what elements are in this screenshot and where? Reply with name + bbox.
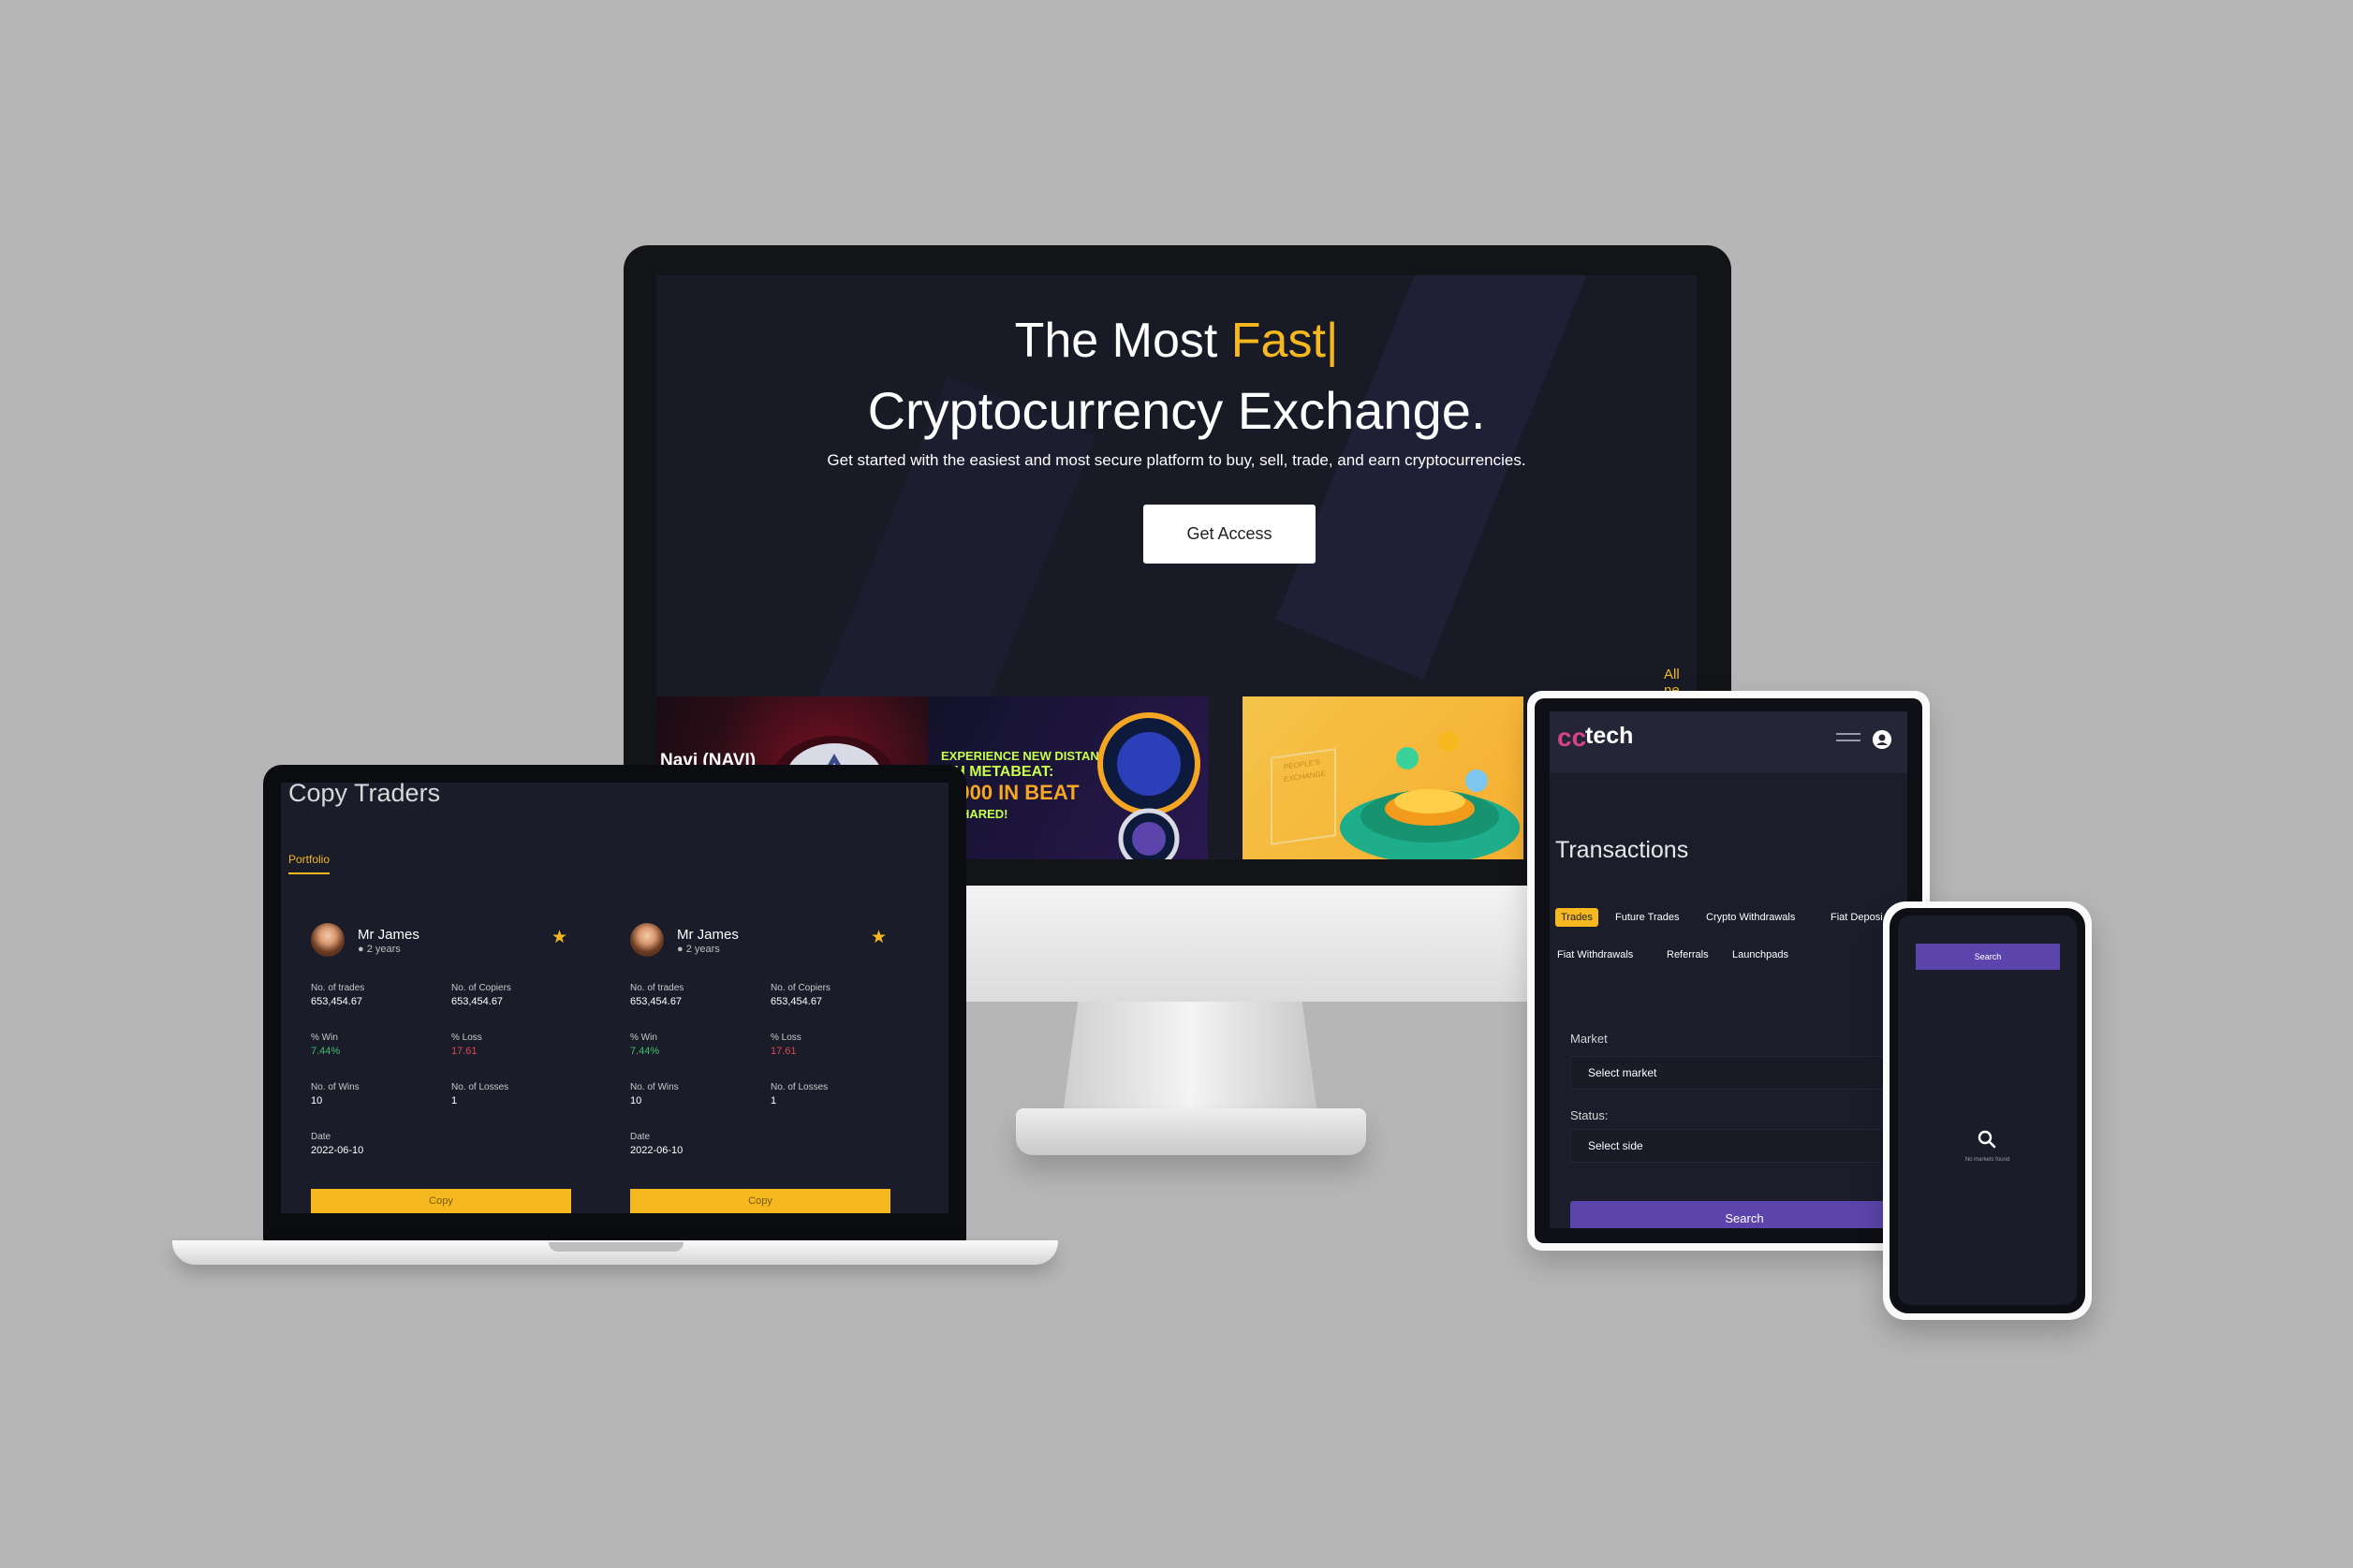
stat-label: % Win [311,1033,338,1043]
market-select[interactable]: Select market [1570,1056,1907,1090]
stat-label: No. of trades [311,983,365,993]
stat-label: No. of Losses [771,1082,829,1092]
hero-title-prefix: The Most [1014,314,1231,368]
tab-fiat-withdrawals[interactable]: Fiat Withdrawals [1557,949,1633,960]
stat-trades: 653,454.67 [311,996,363,1007]
monitor-stand [1063,1002,1317,1114]
hero-subtitle: Get started with the easiest and most se… [827,451,1526,469]
user-avatar-icon[interactable] [1873,730,1891,749]
market-label: Market [1570,1032,1608,1046]
clock-icon: ● [677,944,684,955]
page-title: Transactions [1555,837,1689,863]
stat-copiers: 653,454.67 [771,996,823,1007]
copy-button[interactable]: Copy [311,1189,571,1213]
stat-label: No. of Copiers [451,983,511,993]
hamburger-menu-icon[interactable] [1836,728,1860,751]
trader-name: Mr James [677,927,739,943]
tab-trades[interactable]: Trades [1555,908,1598,927]
stat-label: Date [311,1132,331,1142]
crypto-platform-icon [1340,731,1520,859]
top-navbar: cc tech [1550,711,1907,773]
hero-title-accent: Fast| [1230,314,1339,368]
search-button[interactable]: Search [1916,944,2060,970]
clock-icon: ● [358,944,364,955]
status-select[interactable]: Select side [1570,1129,1907,1163]
banner-peoples-exchange[interactable]: PEOPLE'S EXCHANGE [1243,696,1523,859]
copy-button[interactable]: Copy [630,1189,890,1213]
stat-trades: 653,454.67 [630,996,683,1007]
status-label: Status: [1570,1108,1609,1122]
page-title: Copy Traders [288,783,441,807]
stat-label: % Loss [451,1033,482,1043]
monitor-base [1016,1108,1366,1155]
tablet-screen: cc tech Transactions Trades Future Trade… [1550,711,1907,1228]
stat-date: 2022-06-10 [311,1145,364,1156]
stat-loss: 17.61 [771,1046,797,1057]
hero-title-line2: Cryptocurrency Exchange. [867,381,1486,440]
search-button[interactable]: Search [1570,1201,1907,1228]
stat-wins: 10 [630,1095,642,1106]
tab-underline [288,872,330,874]
stat-label: No. of Copiers [771,983,831,993]
stat-wins: 10 [311,1095,323,1106]
trader-card: Mr James ● 2 years ★ No. of trades 653,4… [311,923,592,1213]
trader-duration-text: 2 years [366,944,401,955]
stat-label: % Win [630,1033,657,1043]
trader-duration: ● 2 years [677,944,720,955]
tab-portfolio[interactable]: Portfolio [288,853,330,866]
stat-win: 7.44% [311,1046,341,1057]
stat-label: Date [630,1132,651,1142]
stat-loss: 17.61 [451,1046,478,1057]
hero-title: The Most Fast| [656,313,1697,369]
metabeat-planet-icon [1097,712,1200,859]
stat-label: No. of trades [630,983,684,993]
banner-metabeat[interactable]: EXPERIENCE NEW DISTANCE ITH METABEAT: 0,… [928,696,1208,859]
empty-state-text: No markets found [1964,1157,2010,1163]
stat-label: No. of Wins [630,1082,679,1092]
star-icon[interactable]: ★ [551,927,567,948]
stat-label: % Loss [771,1033,801,1043]
avatar [630,923,664,957]
phone-screen: Search No markets found [1898,916,2077,1305]
tab-crypto-withdrawals[interactable]: Crypto Withdrawals [1706,912,1795,923]
trader-name: Mr James [358,927,419,943]
logo-mark[interactable]: cc [1557,723,1586,753]
stat-losses: 1 [451,1095,458,1106]
avatar [311,923,345,957]
stat-copiers: 653,454.67 [451,996,504,1007]
stat-losses: 1 [771,1095,777,1106]
trader-card: Mr James ● 2 years ★ No. of trades 653,4… [630,923,911,1213]
stat-date: 2022-06-10 [630,1145,684,1156]
tab-referrals[interactable]: Referrals [1667,949,1709,960]
stat-label: No. of Losses [451,1082,509,1092]
laptop-screen: Copy Traders Portfolio Mr James ● 2 year… [281,783,949,1213]
logo-text[interactable]: tech [1585,723,1633,750]
star-icon[interactable]: ★ [871,927,887,948]
stat-win: 7.44% [630,1046,660,1057]
tab-future-trades[interactable]: Future Trades [1615,912,1679,923]
stat-label: No. of Wins [311,1082,360,1092]
tab-launchpads[interactable]: Launchpads [1732,949,1788,960]
get-access-button[interactable]: Get Access [1143,505,1316,564]
search-icon [1978,1130,1996,1149]
laptop-notch [549,1242,684,1252]
tab-fiat-deposits[interactable]: Fiat Deposi [1831,912,1883,923]
trader-duration: ● 2 years [358,944,401,955]
trader-duration-text: 2 years [685,944,720,955]
